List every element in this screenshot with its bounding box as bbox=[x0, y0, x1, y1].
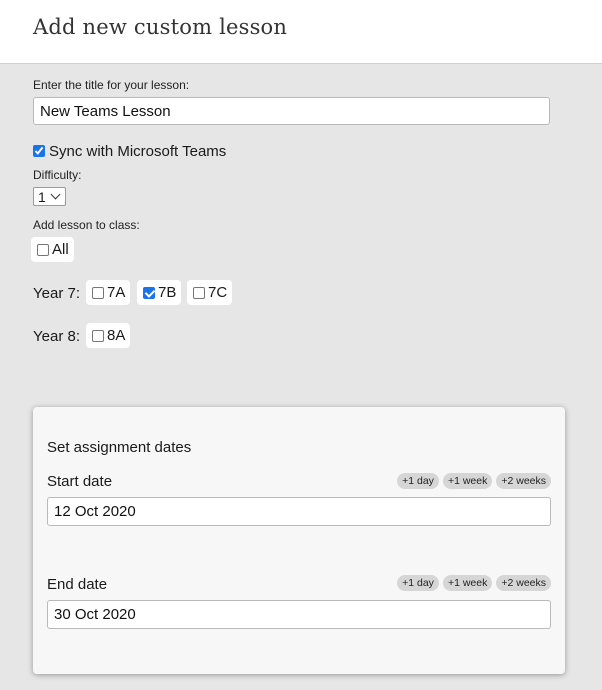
difficulty-select[interactable]: 1 bbox=[33, 187, 66, 206]
checkbox-icon[interactable] bbox=[193, 286, 205, 299]
sync-teams-checkbox[interactable] bbox=[33, 145, 45, 157]
year-label: Year 8: bbox=[33, 328, 80, 345]
difficulty-value: 1 bbox=[38, 188, 46, 205]
class-checkbox-all[interactable]: All bbox=[31, 237, 74, 262]
assignment-dates-title: Set assignment dates bbox=[47, 439, 192, 456]
page-header: Add new custom lesson bbox=[0, 0, 602, 64]
assignment-dates-card: Set assignment dates Start date +1 day +… bbox=[33, 407, 565, 674]
start-plus-1-day-button[interactable]: +1 day bbox=[397, 473, 439, 489]
sync-teams-checkbox-row[interactable]: Sync with Microsoft Teams bbox=[33, 142, 226, 160]
difficulty-label: Difficulty: bbox=[33, 168, 82, 182]
end-date-quick-buttons: +1 day +1 week +2 weeks bbox=[397, 575, 551, 591]
checkbox-icon[interactable] bbox=[92, 329, 104, 342]
class-checkbox-7b[interactable]: 7B bbox=[137, 280, 182, 305]
start-plus-2-weeks-button[interactable]: +2 weeks bbox=[496, 473, 551, 489]
start-plus-1-week-button[interactable]: +1 week bbox=[442, 473, 493, 489]
class-checkbox-label: 7A bbox=[107, 284, 126, 301]
chevron-down-icon bbox=[50, 189, 61, 200]
start-date-label: Start date bbox=[47, 473, 113, 490]
lesson-title-input[interactable] bbox=[33, 97, 550, 125]
checkbox-checked-icon[interactable] bbox=[143, 286, 155, 299]
class-checkbox-7c[interactable]: 7C bbox=[187, 280, 233, 305]
class-checkbox-7a[interactable]: 7A bbox=[86, 280, 131, 305]
year-label: Year 7: bbox=[33, 285, 80, 302]
checkbox-icon[interactable] bbox=[92, 286, 104, 299]
sync-teams-label: Sync with Microsoft Teams bbox=[49, 142, 227, 160]
class-checkbox-label: 8A bbox=[107, 327, 126, 344]
class-checkbox-label: All bbox=[52, 241, 69, 258]
end-plus-1-day-button[interactable]: +1 day bbox=[397, 575, 439, 591]
class-label: Add lesson to class: bbox=[33, 218, 140, 232]
start-date-quick-buttons: +1 day +1 week +2 weeks bbox=[397, 473, 551, 489]
page-title: Add new custom lesson bbox=[33, 15, 288, 39]
end-plus-1-week-button[interactable]: +1 week bbox=[442, 575, 493, 591]
title-label: Enter the title for your lesson: bbox=[33, 78, 190, 92]
class-checkbox-label: 7C bbox=[208, 284, 228, 301]
class-checkbox-label: 7B bbox=[158, 284, 177, 301]
start-date-input[interactable] bbox=[47, 497, 551, 526]
class-checkbox-8a[interactable]: 8A bbox=[86, 323, 131, 348]
end-date-input[interactable] bbox=[47, 600, 551, 629]
checkbox-icon[interactable] bbox=[37, 243, 49, 256]
end-plus-2-weeks-button[interactable]: +2 weeks bbox=[496, 575, 551, 591]
end-date-label: End date bbox=[47, 576, 108, 593]
